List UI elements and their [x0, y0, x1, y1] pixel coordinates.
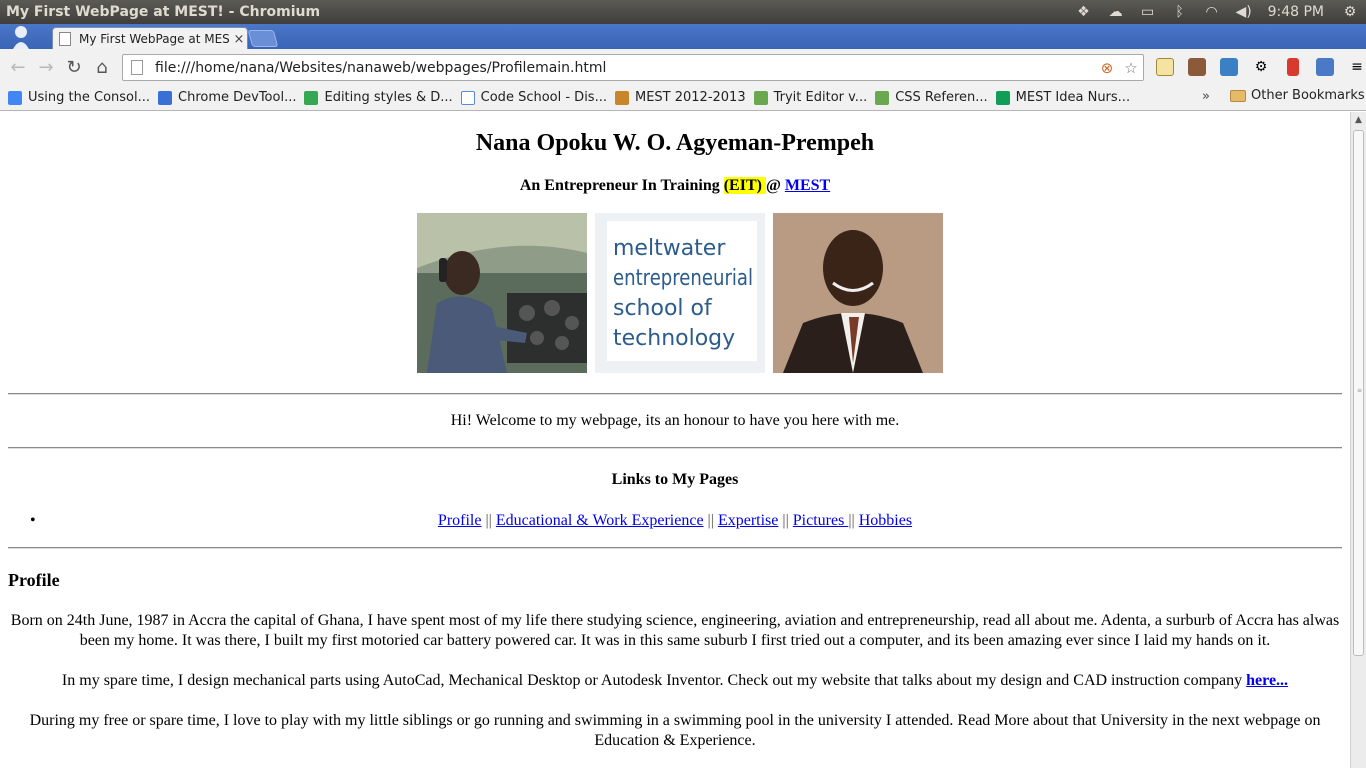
- blocked-cookie-icon[interactable]: ⊗: [1095, 59, 1119, 77]
- divider: [8, 447, 1342, 449]
- bluetooth-icon[interactable]: ᛒ: [1164, 0, 1196, 24]
- image-row: meltwater entrepreneurial school of tech…: [417, 213, 943, 373]
- bookmark-icon: [614, 90, 629, 105]
- profile-icon[interactable]: [10, 25, 32, 49]
- star-icon[interactable]: ☆: [1119, 59, 1143, 77]
- reload-button[interactable]: ↻: [60, 53, 88, 81]
- meltwater-logo[interactable]: meltwater entrepreneurial school of tech…: [595, 213, 765, 373]
- system-tray: ❖ ☁ ▭ ᛒ ◠ ◀) 9:48 PM ⚙: [1068, 0, 1366, 24]
- logo-line: school of: [613, 296, 713, 321]
- notes-extension-icon[interactable]: [1150, 53, 1180, 81]
- gear-icon[interactable]: ⚙: [1334, 0, 1366, 24]
- welcome-text: Hi! Welcome to my webpage, its an honour…: [450, 412, 900, 429]
- here-link[interactable]: here...: [1246, 672, 1288, 689]
- browser-toolbar: ← → ↻ ⌂ file:///home/nana/Websites/nanaw…: [0, 49, 1366, 85]
- tab-title: My First WebPage at MES: [79, 32, 230, 46]
- bookmark-icon: [304, 90, 319, 105]
- battery-icon[interactable]: ▭: [1132, 0, 1164, 24]
- window-title: My First WebPage at MEST! - Chromium: [6, 4, 321, 20]
- bookmark-extension-icon[interactable]: [1278, 53, 1308, 81]
- volume-icon[interactable]: ◀): [1228, 0, 1260, 24]
- education-link[interactable]: Educational & Work Experience: [496, 512, 704, 529]
- bookmarks-bar: Using the Consol... Chrome DevTool... Ed…: [0, 85, 1366, 111]
- expertise-link[interactable]: Expertise: [718, 512, 778, 529]
- links-heading: Links to My Pages: [611, 471, 739, 488]
- w3schools-icon: [753, 90, 768, 105]
- portrait-photo[interactable]: [773, 213, 943, 373]
- bookmark-item[interactable]: Using the Consol...: [8, 90, 150, 105]
- spreadsheet-icon: [995, 90, 1010, 105]
- other-bookmarks[interactable]: Other Bookmarks: [1230, 88, 1365, 103]
- bookmark-icon: [8, 90, 22, 105]
- hobbies-link[interactable]: Hobbies: [859, 512, 912, 529]
- clock[interactable]: 9:48 PM: [1260, 4, 1334, 20]
- bookmark-item[interactable]: Tryit Editor v...: [753, 90, 867, 105]
- profile-paragraph: Born on 24th June, 1987 in Accra the cap…: [10, 612, 1340, 649]
- new-tab-button[interactable]: [247, 30, 279, 47]
- profile-heading: Profile: [8, 570, 60, 590]
- profile-link[interactable]: Profile: [438, 512, 482, 529]
- menu-icon[interactable]: ≡: [1342, 53, 1366, 81]
- home-button[interactable]: ⌂: [88, 53, 116, 81]
- bookmark-item[interactable]: Code School - Dis...: [460, 90, 607, 105]
- bookmark-item[interactable]: MEST 2012-2013: [614, 90, 746, 105]
- logo-line: entrepreneurial: [613, 266, 753, 291]
- os-title-bar: My First WebPage at MEST! - Chromium ❖ ☁…: [0, 0, 1366, 24]
- cad-paragraph: In my spare time, I design mechanical pa…: [61, 672, 1289, 689]
- page-icon: [131, 60, 143, 75]
- page-icon: [460, 90, 475, 105]
- tab-active[interactable]: My First WebPage at MES ×: [52, 27, 248, 50]
- nav-links: Profile || Educational & Work Experience…: [437, 512, 913, 529]
- scrollbar-thumb[interactable]: ≡: [1353, 130, 1364, 656]
- bookmark-item[interactable]: Editing styles & D...: [304, 90, 453, 105]
- pictures-link[interactable]: Pictures: [793, 512, 849, 529]
- divider: [8, 393, 1342, 395]
- cloud-icon[interactable]: ☁: [1100, 0, 1132, 24]
- bookmarks-overflow-button[interactable]: »: [1202, 89, 1210, 104]
- extensions: ⚙ ≡: [1150, 53, 1366, 81]
- html5-icon: [158, 90, 172, 105]
- close-icon[interactable]: ×: [231, 32, 247, 47]
- scroll-up-arrow[interactable]: ▲: [1351, 113, 1366, 127]
- folder-icon: [1230, 89, 1246, 102]
- forward-button[interactable]: →: [32, 53, 60, 81]
- tab-strip: My First WebPage at MES ×: [0, 24, 1366, 50]
- screenshot-extension-icon[interactable]: [1214, 53, 1244, 81]
- bookmark-item[interactable]: CSS Referen...: [875, 90, 988, 105]
- hobbies-paragraph: During my free or spare time, I love to …: [29, 712, 1321, 749]
- web-page: Nana Opoku W. O. Agyeman-Prempeh An Entr…: [0, 112, 1350, 768]
- divider: [8, 547, 1342, 549]
- page-title: Nana Opoku W. O. Agyeman-Prempeh: [475, 130, 875, 156]
- bookmark-item[interactable]: MEST Idea Nurs...: [995, 90, 1130, 105]
- timer-extension-icon[interactable]: [1310, 53, 1340, 81]
- url-text[interactable]: file:///home/nana/Websites/nanaweb/webpa…: [155, 60, 1095, 76]
- cockpit-photo[interactable]: [417, 213, 587, 373]
- back-button[interactable]: ←: [4, 53, 32, 81]
- w3schools-icon: [875, 90, 890, 105]
- logo-line: technology: [613, 326, 735, 351]
- mest-link[interactable]: MEST: [785, 177, 830, 194]
- settings-extension-icon[interactable]: ⚙: [1246, 53, 1276, 81]
- logo-line: meltwater: [613, 236, 726, 261]
- page-icon: [59, 32, 71, 46]
- bookmark-item[interactable]: Chrome DevTool...: [158, 90, 296, 105]
- tagline: An Entrepreneur In Training (EIT) @ MEST: [519, 177, 831, 194]
- camera-extension-icon[interactable]: [1182, 53, 1212, 81]
- address-bar[interactable]: file:///home/nana/Websites/nanaweb/webpa…: [122, 54, 1144, 81]
- dropbox-icon[interactable]: ❖: [1068, 0, 1100, 24]
- vertical-scrollbar[interactable]: ▲ ≡: [1350, 112, 1366, 768]
- wifi-icon[interactable]: ◠: [1196, 0, 1228, 24]
- eit-highlight: (EIT): [723, 177, 766, 194]
